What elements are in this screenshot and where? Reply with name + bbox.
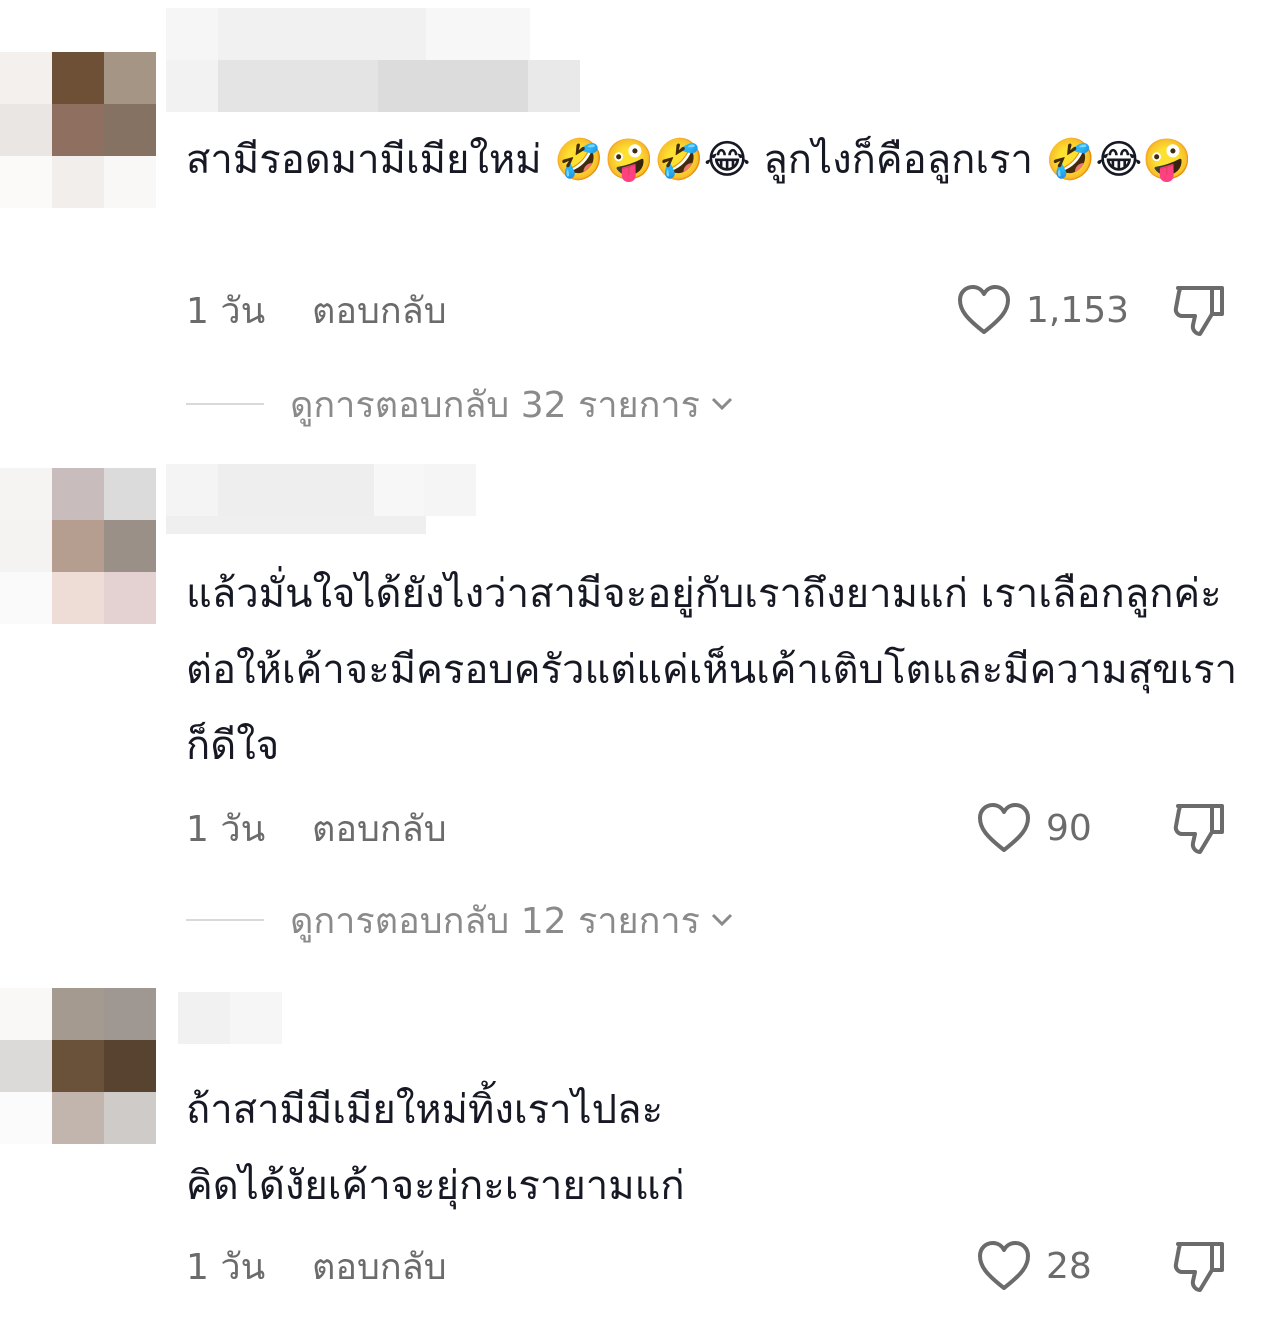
thumbs-down-icon: [1173, 804, 1224, 854]
dislike-button[interactable]: [1170, 1236, 1230, 1296]
comment-text: แล้วมั่นใจได้ยังไงว่าสามีจะอยู่กับเราถึง…: [186, 571, 1238, 769]
dislike-button[interactable]: [1170, 280, 1230, 340]
divider-line: [186, 403, 264, 405]
heart-outline-icon: [978, 1241, 1030, 1290]
like-button[interactable]: 28: [976, 1236, 1092, 1296]
dislike-button[interactable]: [1170, 798, 1230, 858]
comment-meta: 1 วัน ตอบกลับ: [186, 280, 447, 340]
username-blurred[interactable]: [166, 8, 530, 60]
reply-button[interactable]: ตอบกลับ: [312, 1238, 447, 1295]
comment-text: สามีรอดมามีเมียใหม่ 🤣🤪🤣😂 ลูกไงก็คือลูกเร…: [186, 137, 1193, 183]
like-count: 1,153: [1026, 289, 1130, 331]
heart-outline-icon: [978, 803, 1030, 852]
heart-outline-icon: [958, 285, 1010, 334]
comment-text-line: คิดได้งัยเค้าจะยุ่กะเรายามแก่: [186, 1163, 685, 1209]
view-replies-label: ดูการตอบกลับ 12 รายการ: [290, 900, 700, 942]
avatar[interactable]: [0, 52, 156, 208]
comment-meta: 1 วัน ตอบกลับ: [186, 1236, 447, 1296]
like-count: 90: [1046, 807, 1092, 849]
comment-text: ถ้าสามีมีเมียใหม่ทิ้งเราไปละ คิดได้งัยเค…: [186, 1072, 1240, 1224]
comment-item: ถ้าสามีมีเมียใหม่ทิ้งเราไปละ คิดได้งัยเค…: [0, 986, 1280, 1337]
thumbs-down-icon: [1173, 286, 1224, 336]
like-button[interactable]: 1,153: [956, 280, 1129, 340]
divider-line: [186, 919, 264, 921]
comment-text-line: ถ้าสามีมีเมียใหม่ทิ้งเราไปละ: [186, 1087, 664, 1133]
username-blurred[interactable]: [166, 464, 476, 516]
like-count: 28: [1046, 1245, 1092, 1287]
view-replies-button[interactable]: ดูการตอบกลับ 32 รายการ: [186, 374, 734, 434]
comment-item: สามีรอดมามีเมียใหม่ 🤣🤪🤣😂 ลูกไงก็คือลูกเร…: [0, 0, 1280, 440]
chevron-down-icon: [711, 913, 733, 927]
thumbs-down-icon: [1173, 1242, 1224, 1292]
avatar[interactable]: [0, 468, 156, 624]
chevron-down-icon: [711, 397, 733, 411]
username-blurred[interactable]: [178, 992, 282, 1044]
reply-button[interactable]: ตอบกลับ: [312, 800, 447, 857]
comment-time: 1 วัน: [186, 808, 266, 850]
comment-meta: 1 วัน ตอบกลับ: [186, 798, 447, 858]
username-blurred: [166, 516, 426, 534]
comment-time: 1 วัน: [186, 290, 266, 332]
comment-item: แล้วมั่นใจได้ยังไงว่าสามีจะอยู่กับเราถึง…: [0, 464, 1280, 964]
view-replies-button[interactable]: ดูการตอบกลับ 12 รายการ: [186, 890, 734, 950]
avatar[interactable]: [0, 988, 156, 1144]
reply-button[interactable]: ตอบกลับ: [312, 282, 447, 339]
comment-time: 1 วัน: [186, 1246, 266, 1288]
view-replies-label: ดูการตอบกลับ 32 รายการ: [290, 384, 700, 426]
username-blurred: [166, 60, 580, 112]
like-button[interactable]: 90: [976, 798, 1092, 858]
